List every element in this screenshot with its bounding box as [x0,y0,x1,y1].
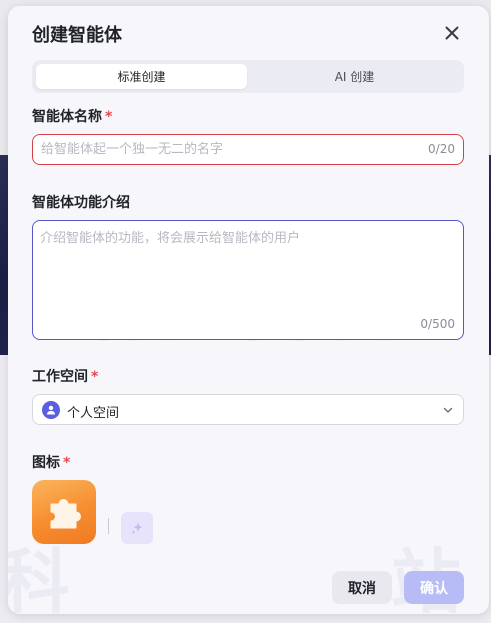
agent-name-field: 0/20 [32,134,464,165]
dialog-title: 创建智能体 [32,25,122,46]
required-mark: * [91,369,99,385]
close-icon [445,26,459,40]
required-mark: * [105,109,113,125]
agent-name-label: 智能体名称 * [32,106,112,126]
create-mode-switch: 标准创建 AI 创建 [32,60,464,93]
required-mark: * [63,455,71,471]
agent-description-label-text: 智能体功能介绍 [32,195,130,211]
puzzle-piece-icon [50,499,81,529]
agent-name-input[interactable] [41,135,411,164]
user-icon [42,401,60,419]
workspace-select[interactable]: 个人空间 [32,394,464,425]
agent-icon-upload[interactable] [32,480,96,544]
workspace-selected-value: 个人空间 [67,406,120,421]
chevron-down-icon [443,407,453,413]
cancel-button[interactable]: 取消 [332,571,392,604]
agent-description-input[interactable] [40,227,456,311]
confirm-button[interactable]: 确认 [404,571,464,604]
ai-generate-icon-button[interactable] [121,512,153,544]
agent-name-label-text: 智能体名称 [32,109,102,125]
icon-label-text: 图标 [32,455,60,471]
tab-standard-create[interactable]: 标准创建 [36,64,247,89]
workspace-label-text: 工作空间 [32,369,88,385]
agent-description-field: 0/500 [32,220,464,340]
agent-description-label: 智能体功能介绍 [32,192,130,212]
close-button[interactable] [440,21,464,45]
icon-label: 图标 * [32,452,70,472]
tab-ai-create[interactable]: AI 创建 [249,64,460,89]
icon-divider [108,518,109,534]
agent-description-counter: 0/500 [420,317,455,331]
agent-name-counter: 0/20 [428,142,455,156]
sparkle-icon [131,522,143,535]
workspace-label: 工作空间 * [32,366,98,386]
create-agent-dialog: 站长百科 科 站 创建智能体 标准创建 AI 创建 智能体名称* 0/20 智能… [8,6,489,614]
